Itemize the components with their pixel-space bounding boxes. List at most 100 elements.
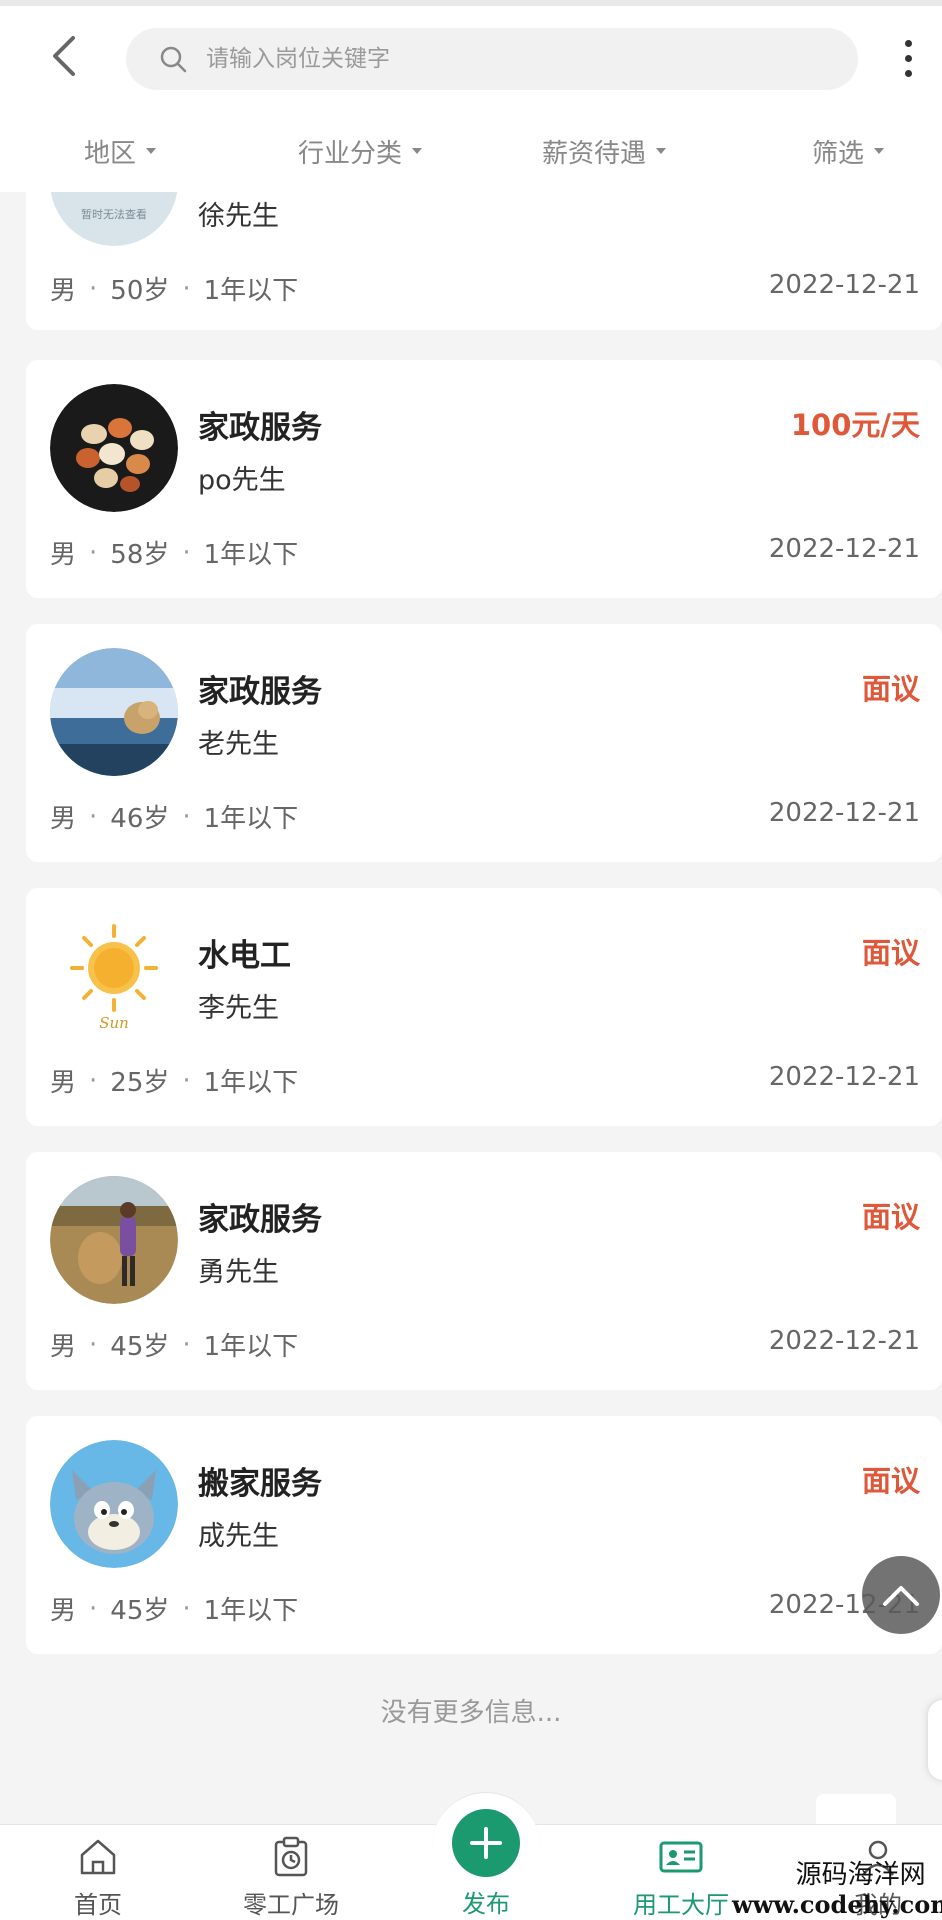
tab-gig-square[interactable]: 零工广场 xyxy=(221,1833,361,1920)
post-date: 2022-12-21 xyxy=(768,534,920,564)
separator: · xyxy=(89,1593,98,1624)
contact-name: 老先生 xyxy=(198,729,279,760)
job-card[interactable]: 家政服务 po先生 100元/天 男 · 58岁 · 1年以下 2022-12-21 xyxy=(26,360,942,598)
filter-more[interactable]: 筛选 xyxy=(812,126,885,176)
contact-name: 徐先生 xyxy=(198,201,279,232)
status-strip xyxy=(0,0,942,6)
salary: 面议 xyxy=(861,672,920,706)
job-title: 家政服务 xyxy=(198,410,322,446)
worker-meta: 男 · 58岁 · 1年以下 xyxy=(50,534,298,571)
experience: 1年以下 xyxy=(203,1068,299,1098)
salary: 100元/天 xyxy=(790,408,920,442)
filter-label: 行业分类 xyxy=(298,138,403,169)
top-bar: 地区 行业分类 薪资待遇 筛选 xyxy=(0,0,942,192)
separator: · xyxy=(182,537,191,568)
job-title: 家政服务 xyxy=(198,1202,322,1238)
separator: · xyxy=(182,273,191,304)
separator: · xyxy=(89,537,98,568)
filter-region[interactable]: 地区 xyxy=(84,126,157,176)
search-bar[interactable] xyxy=(126,28,858,90)
tab-employer-hall[interactable]: 用工大厅 xyxy=(611,1833,751,1920)
contact-name: 成先生 xyxy=(198,1521,279,1552)
experience: 1年以下 xyxy=(203,540,299,570)
separator: · xyxy=(89,1065,98,1096)
salary: 面议 xyxy=(861,936,920,970)
gender: 男 xyxy=(50,804,77,834)
contact-name: 李先生 xyxy=(198,993,279,1024)
age: 58岁 xyxy=(110,540,170,570)
experience: 1年以下 xyxy=(203,1596,299,1626)
tab-label: 用工大厅 xyxy=(633,1891,729,1919)
more-options-icon[interactable] xyxy=(890,32,926,84)
tab-home[interactable]: 首页 xyxy=(28,1833,168,1920)
gender: 男 xyxy=(50,1596,77,1626)
home-icon xyxy=(28,1833,168,1881)
publish-label: 发布 xyxy=(462,1890,510,1918)
job-card[interactable]: 搬家服务 成先生 面议 男 · 45岁 · 1年以下 2022-12-21 xyxy=(26,1416,942,1654)
side-float-tab[interactable] xyxy=(928,1700,942,1780)
back-to-top-button[interactable] xyxy=(862,1556,940,1634)
filter-bar: 地区 行业分类 薪资待遇 筛选 xyxy=(0,126,942,176)
svg-text:暂时无法查看: 暂时无法查看 xyxy=(81,207,147,221)
salary: 面议 xyxy=(861,1464,920,1498)
filter-industry[interactable]: 行业分类 xyxy=(298,126,423,176)
svg-text:Sun: Sun xyxy=(99,1014,129,1032)
separator: · xyxy=(89,1329,98,1360)
job-title: 家政服务 xyxy=(198,674,322,710)
job-list: 暂时无法查看 徐先生 男 · 50岁 · 1年以下 2022-12-21 家政服务 po… xyxy=(0,0,942,1920)
id-card-icon xyxy=(611,1833,751,1881)
tab-label: 零工广场 xyxy=(243,1891,339,1919)
post-date: 2022-12-21 xyxy=(768,270,920,300)
caret-down-icon xyxy=(656,148,667,154)
job-title: 搬家服务 xyxy=(198,1466,322,1502)
salary: 面议 xyxy=(861,1200,920,1234)
search-input[interactable] xyxy=(206,46,806,72)
clipboard-clock-icon xyxy=(221,1833,361,1881)
tab-label: 首页 xyxy=(74,1891,122,1919)
avatar: Sun xyxy=(50,912,178,1040)
avatar xyxy=(50,1440,178,1568)
worker-meta: 男 · 45岁 · 1年以下 xyxy=(50,1590,298,1627)
plus-icon xyxy=(470,1827,502,1859)
avatar xyxy=(50,1176,178,1304)
contact-name: 勇先生 xyxy=(198,1257,279,1288)
watermark-line1: 源码海洋网 xyxy=(795,1860,926,1890)
job-card[interactable]: 家政服务 勇先生 面议 男 · 45岁 · 1年以下 2022-12-21 xyxy=(26,1152,942,1390)
post-date: 2022-12-21 xyxy=(768,1326,920,1356)
gender: 男 xyxy=(50,1068,77,1098)
post-date: 2022-12-21 xyxy=(768,1062,920,1092)
filter-label: 筛选 xyxy=(812,138,865,169)
publish-button[interactable] xyxy=(452,1809,520,1877)
back-button[interactable] xyxy=(42,30,86,82)
experience: 1年以下 xyxy=(203,804,299,834)
filter-label: 薪资待遇 xyxy=(542,138,647,169)
worker-meta: 男 · 45岁 · 1年以下 xyxy=(50,1326,298,1363)
contact-name: po先生 xyxy=(198,465,286,496)
gender: 男 xyxy=(50,540,77,570)
avatar xyxy=(50,384,178,512)
caret-down-icon xyxy=(412,148,423,154)
worker-meta: 男 · 46岁 · 1年以下 xyxy=(50,798,298,835)
search-icon xyxy=(156,42,190,76)
age: 25岁 xyxy=(110,1068,170,1098)
no-more-text: 没有更多信息... xyxy=(380,1698,562,1728)
filter-salary[interactable]: 薪资待遇 xyxy=(542,126,667,176)
experience: 1年以下 xyxy=(203,1332,299,1362)
chevron-up-icon xyxy=(883,1586,919,1606)
watermark-line2: www.codehy.com xyxy=(732,1890,942,1919)
age: 45岁 xyxy=(110,1332,170,1362)
chevron-left-icon xyxy=(53,36,75,76)
separator: · xyxy=(182,1329,191,1360)
age: 45岁 xyxy=(110,1596,170,1626)
watermark: 源码海洋网 www.codehy.com xyxy=(732,1860,942,1920)
worker-meta: 男 · 25岁 · 1年以下 xyxy=(50,1062,298,1099)
worker-meta: 男 · 50岁 · 1年以下 xyxy=(50,270,298,307)
job-card[interactable]: 家政服务 老先生 面议 男 · 46岁 · 1年以下 2022-12-21 xyxy=(26,624,942,862)
post-date: 2022-12-21 xyxy=(768,798,920,828)
experience: 1年以下 xyxy=(203,276,299,306)
filter-label: 地区 xyxy=(84,138,137,169)
separator: · xyxy=(182,801,191,832)
age: 46岁 xyxy=(110,804,170,834)
job-card[interactable]: Sun 水电工 李先生 面议 男 · 25岁 · 1年以下 2022-12-21 xyxy=(26,888,942,1126)
gender: 男 xyxy=(50,276,77,306)
